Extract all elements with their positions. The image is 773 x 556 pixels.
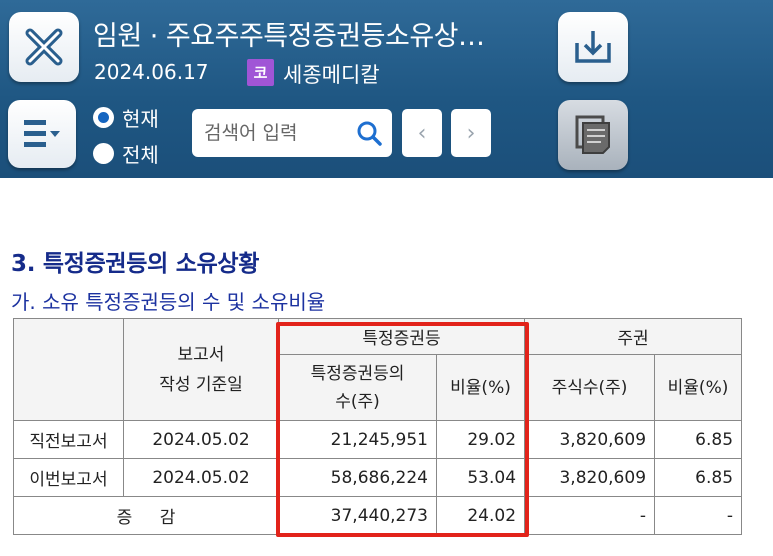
total-shares-count: -: [524, 496, 656, 535]
download-button[interactable]: [558, 12, 628, 82]
copy-document-icon: [575, 115, 610, 154]
company-name: 세종메디칼: [283, 63, 380, 87]
table-total-row: 증 감 37,440,273 24.02 - -: [13, 496, 743, 535]
total-securities-ratio: 24.02: [435, 496, 526, 535]
head-securities-count: 특정증권등의 수(주): [278, 354, 437, 421]
menu-dropdown-icon: [24, 120, 60, 147]
scope-label-all: 전체: [122, 143, 159, 167]
radio-selected-icon[interactable]: [93, 107, 114, 128]
close-x-icon: [25, 28, 63, 66]
total-shares-ratio: -: [654, 496, 743, 535]
section-subtitle: 가. 소유 특정증권등의 수 및 소유비율: [11, 290, 326, 314]
search-icon[interactable]: [356, 120, 382, 146]
row-label: 직전보고서: [13, 420, 124, 459]
section-title: 3. 특정증권등의 소유상황: [11, 251, 260, 277]
table-head-blank: [13, 318, 124, 421]
app-header: 임원 · 주요주주특정증권등소유상… 2024.06.17 코 세종메디칼 현재…: [0, 0, 773, 178]
total-label: 증 감: [13, 496, 279, 535]
total-securities-count: 37,440,273: [278, 496, 437, 535]
head-group-securities: 특정증권등: [277, 318, 526, 355]
radio-unselected-icon[interactable]: [93, 143, 114, 164]
table-row: 이번보고서 2024.05.02 58,686,224 53.04 3,820,…: [13, 458, 743, 497]
document-date: 2024.06.17: [94, 60, 209, 84]
row-securities-count: 21,245,951: [278, 420, 437, 459]
table-row: 직전보고서 2024.05.02 21,245,951 29.02 3,820,…: [13, 420, 743, 459]
row-securities-ratio: 53.04: [435, 458, 526, 497]
row-shares-ratio: 6.85: [654, 458, 743, 497]
close-button[interactable]: [9, 12, 79, 82]
scope-label-current: 현재: [122, 107, 159, 131]
document-title: 임원 · 주요주주특정증권등소유상…: [93, 21, 485, 52]
next-result-button[interactable]: ›: [451, 109, 491, 157]
ownership-table: 보고서 작성 기준일 특정증권등 주권 특정증권등의 수(주) 비율(%) 주식…: [13, 318, 743, 535]
row-label: 이번보고서: [13, 458, 124, 497]
download-tray-icon: [575, 31, 611, 63]
search-input[interactable]: [204, 122, 344, 144]
copy-button[interactable]: [558, 100, 628, 170]
row-securities-count: 58,686,224: [278, 458, 437, 497]
row-securities-ratio: 29.02: [435, 420, 526, 459]
head-shares-count: 주식수(주): [524, 354, 656, 421]
row-date: 2024.05.02: [123, 458, 279, 497]
row-shares-count: 3,820,609: [524, 420, 656, 459]
search-box: [192, 109, 392, 157]
market-badge: 코: [247, 59, 274, 86]
head-shares-ratio: 비율(%): [654, 354, 743, 421]
prev-result-button[interactable]: ‹: [402, 109, 442, 157]
menu-button[interactable]: [8, 100, 76, 168]
scope-option-current[interactable]: 현재: [93, 103, 159, 132]
row-date: 2024.05.02: [123, 420, 279, 459]
scope-option-all[interactable]: 전체: [93, 139, 159, 168]
head-securities-ratio: 비율(%): [435, 354, 526, 421]
head-report-date: 보고서 작성 기준일: [123, 318, 279, 421]
head-group-shares: 주권: [524, 318, 743, 355]
row-shares-count: 3,820,609: [524, 458, 656, 497]
row-shares-ratio: 6.85: [654, 420, 743, 459]
